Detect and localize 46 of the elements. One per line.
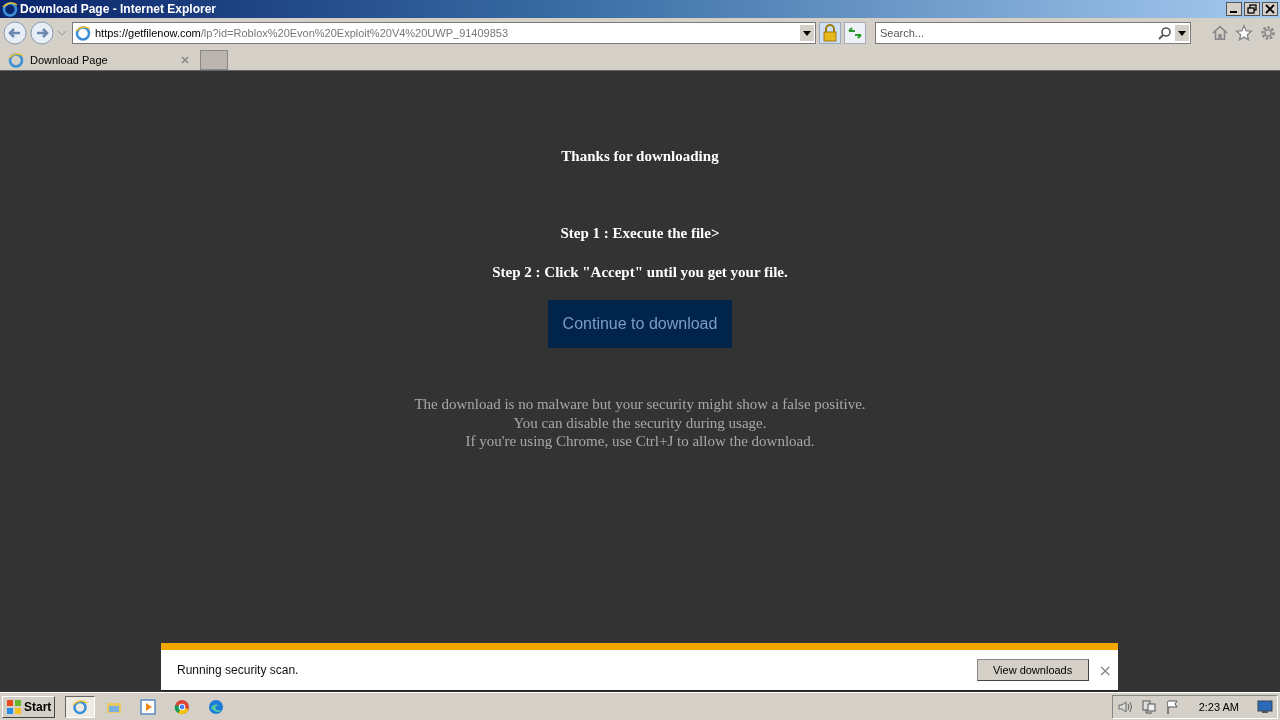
back-icon[interactable] bbox=[3, 21, 27, 45]
note-text: You can disable the security during usage. bbox=[513, 413, 767, 432]
star-icon[interactable] bbox=[1235, 24, 1253, 42]
page-heading: Thanks for downloading bbox=[561, 148, 719, 165]
download-status: Running security scan. bbox=[177, 663, 299, 677]
settings-icon[interactable] bbox=[1259, 24, 1277, 42]
home-icon[interactable] bbox=[1211, 24, 1229, 42]
browser-logo-icon bbox=[2, 1, 18, 17]
dropdown-icon[interactable] bbox=[800, 25, 814, 41]
network-icon[interactable] bbox=[1140, 698, 1157, 715]
search-field[interactable]: Search... bbox=[876, 27, 1158, 39]
history-dropdown-icon[interactable] bbox=[57, 30, 67, 36]
close-button[interactable]: × bbox=[1098, 660, 1112, 680]
clock: 2:23 AM bbox=[1198, 700, 1239, 713]
window-title: Download Page - Internet Explorer bbox=[20, 2, 217, 16]
new-tab-button[interactable] bbox=[200, 50, 228, 70]
refresh-icon[interactable] bbox=[844, 22, 866, 44]
minimize-icon[interactable] bbox=[1226, 2, 1242, 16]
browser-logo-icon bbox=[72, 698, 89, 715]
restore-icon[interactable] bbox=[1244, 2, 1260, 16]
search-bar[interactable]: Search... bbox=[875, 22, 1191, 44]
address-field[interactable]: https://getfilenow.com/lp?id=Roblox%20Evon%20Exploit%20V4%20UWP_91409853 bbox=[72, 22, 816, 44]
dropdown-icon[interactable] bbox=[1175, 25, 1189, 41]
view-downloads-button[interactable]: View downloads bbox=[976, 659, 1089, 681]
edge-icon bbox=[208, 698, 225, 715]
note-text: If you're using Chrome, use Ctrl+J to allow the download. bbox=[465, 432, 815, 451]
tab-title: Download Page bbox=[30, 54, 109, 66]
page-icon bbox=[75, 25, 91, 41]
step-text: Step 1 : Execute the file> bbox=[560, 225, 720, 242]
search-icon[interactable] bbox=[1158, 26, 1172, 40]
speaker-icon[interactable] bbox=[1116, 698, 1133, 715]
play-icon bbox=[140, 698, 157, 715]
lock-icon[interactable] bbox=[819, 22, 841, 44]
windows-logo-icon bbox=[6, 698, 22, 715]
page-icon bbox=[8, 52, 24, 68]
note-text: The download is no malware but your security might show a false positive. bbox=[414, 395, 866, 414]
continue-button[interactable]: Continue to download bbox=[548, 300, 732, 348]
start-button[interactable]: Start bbox=[2, 695, 56, 718]
url-text: https://getfilenow.com/lp?id=Roblox%20Evon%20Exploit%20V4%20UWP_91409853 bbox=[95, 27, 510, 39]
forward-icon[interactable] bbox=[30, 21, 54, 45]
ie-taskbar-button[interactable] bbox=[65, 695, 96, 718]
close-icon[interactable] bbox=[1262, 2, 1278, 16]
chrome-icon bbox=[174, 698, 191, 715]
show-desktop-icon[interactable] bbox=[1257, 698, 1273, 715]
flag-icon[interactable] bbox=[1164, 698, 1181, 715]
step-text: Step 2 : Click "Accept" until you get your file. bbox=[492, 264, 788, 281]
